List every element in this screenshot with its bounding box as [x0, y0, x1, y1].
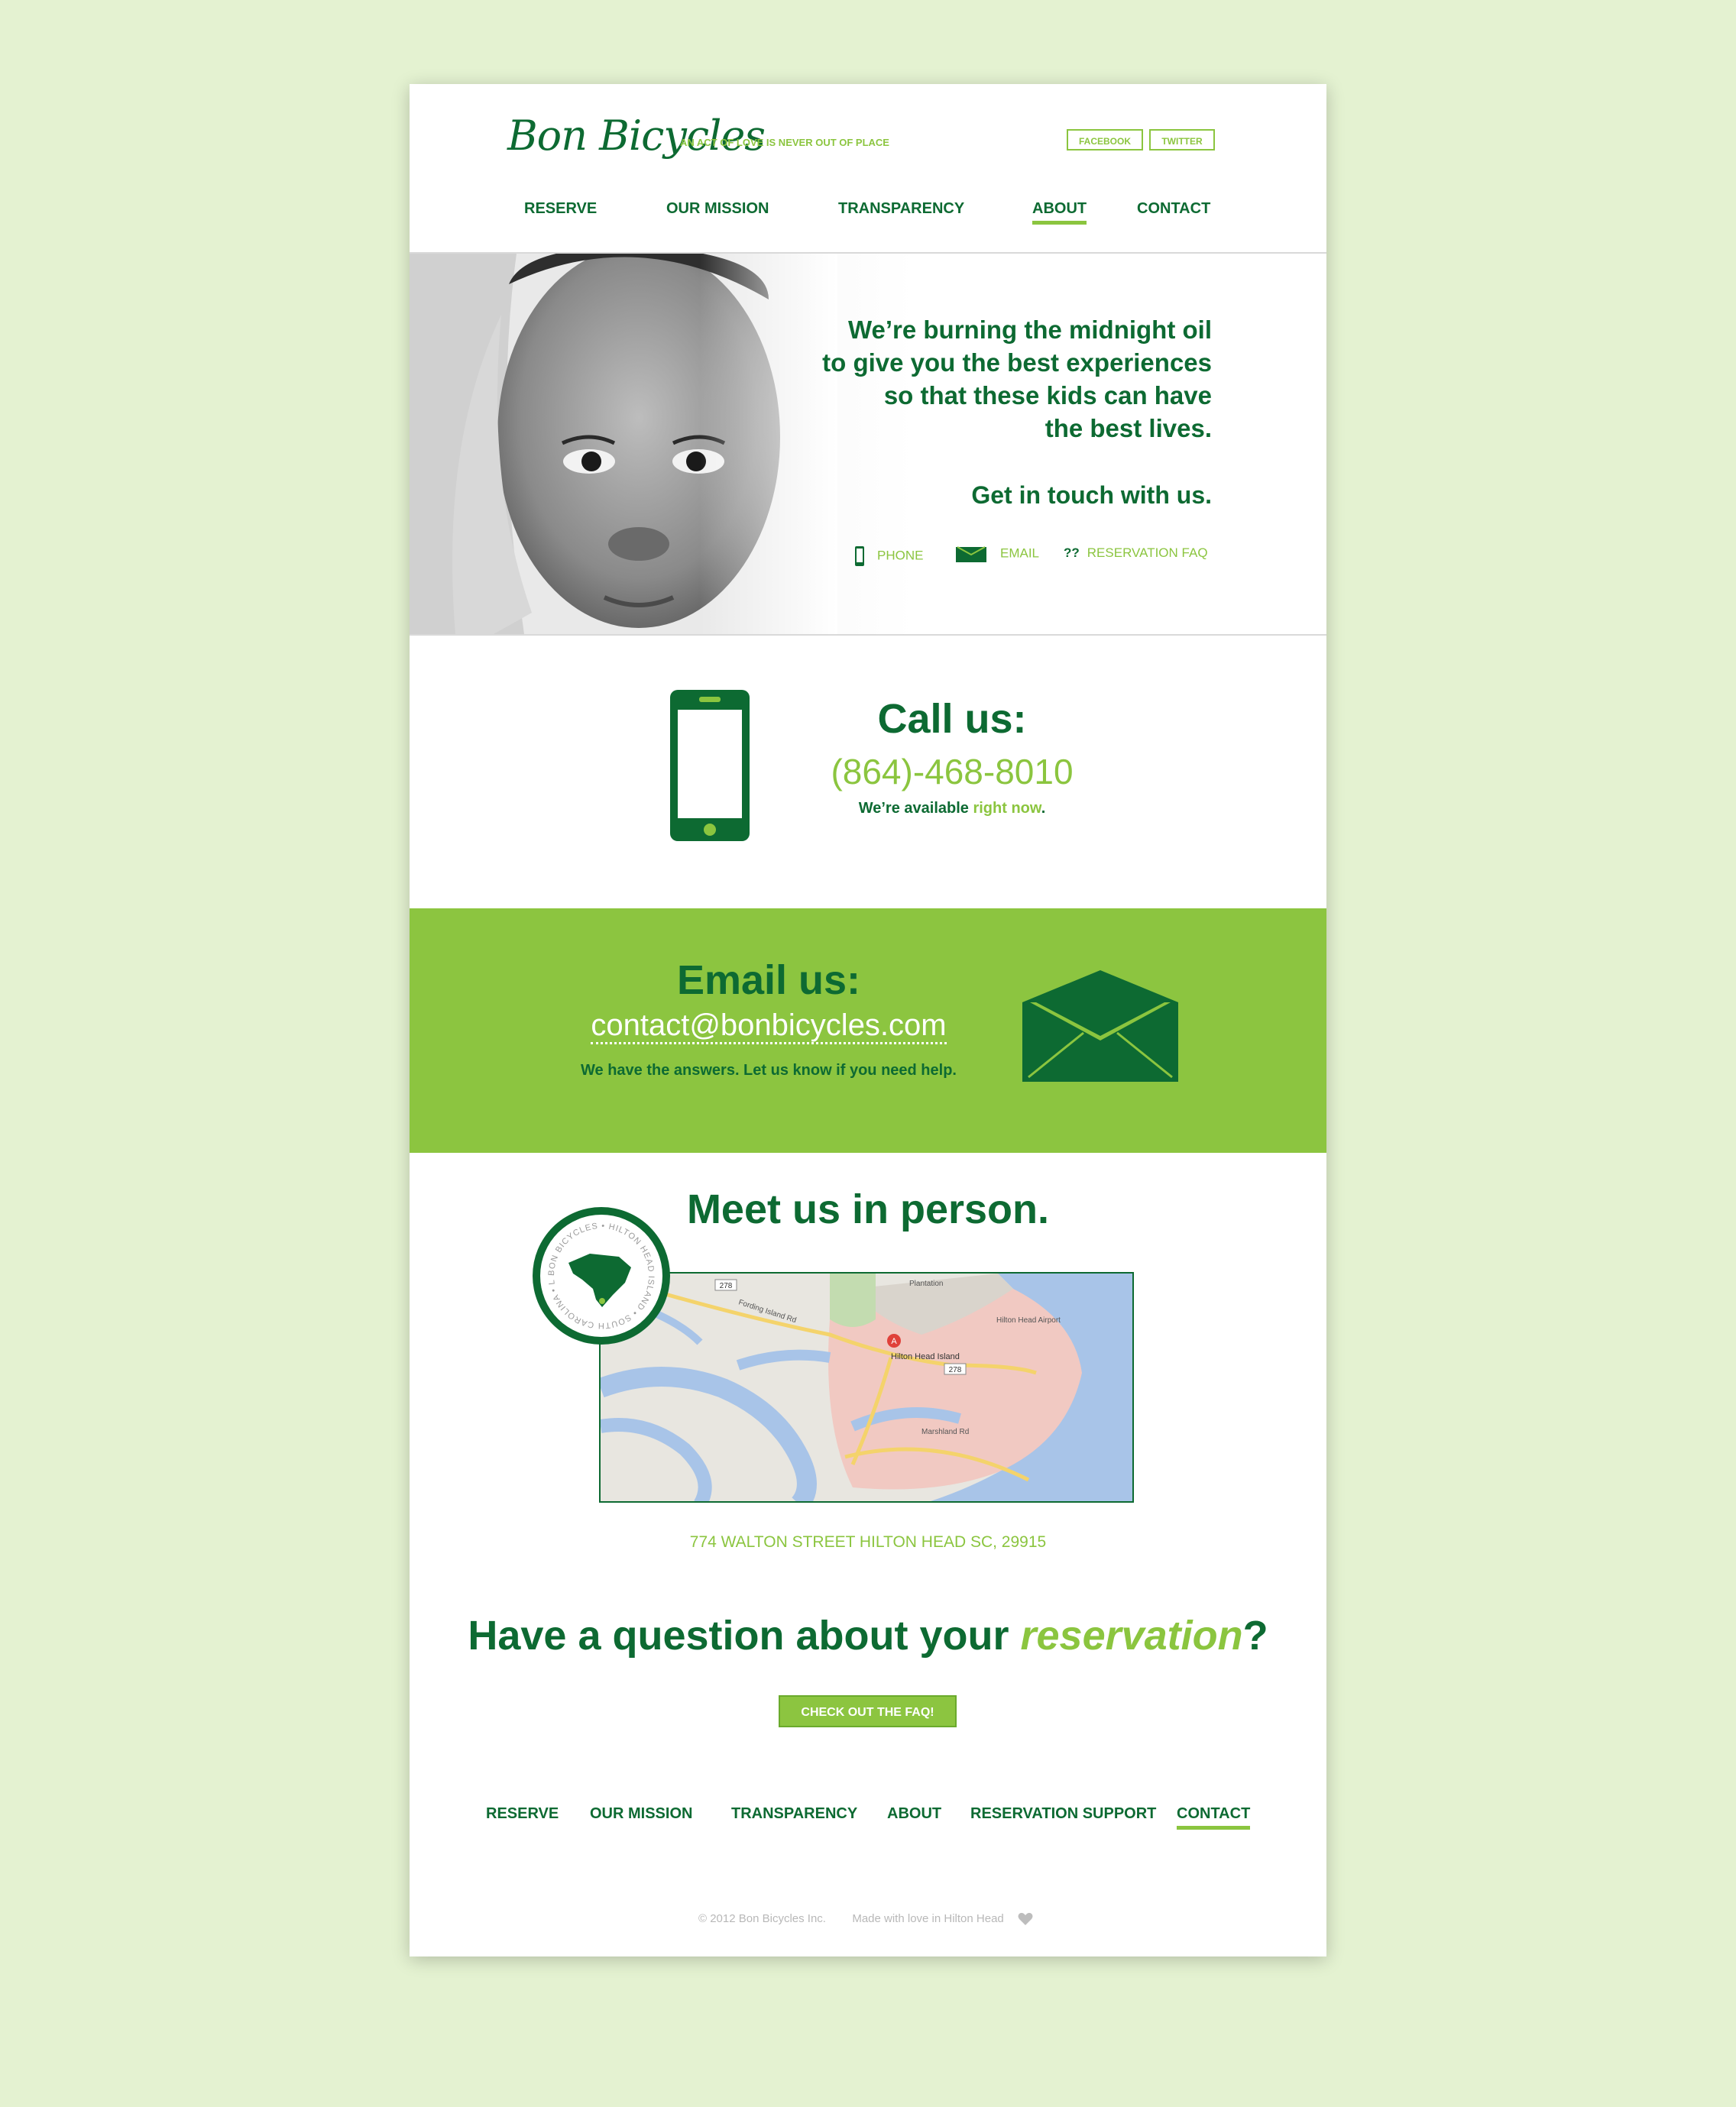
- nav-reserve[interactable]: RESERVE: [524, 200, 597, 218]
- envelope-icon: [956, 546, 986, 562]
- email-title: Email us:: [676, 957, 861, 1003]
- nav-transparency[interactable]: TRANSPARENCY: [838, 200, 964, 218]
- footer-nav-transparency[interactable]: TRANSPARENCY: [731, 1805, 857, 1823]
- question-icon: ??: [1064, 545, 1080, 560]
- map-plantation-label: Plantation: [909, 1280, 943, 1288]
- hero-faq-label: RESERVATION FAQ: [1087, 545, 1208, 560]
- street-address: 774 WALTON STREET HILTON HEAD SC, 29915: [689, 1533, 1047, 1551]
- phone-number[interactable]: (864)-468-8010: [792, 751, 1113, 792]
- large-envelope-icon: [1022, 970, 1178, 1082]
- heart-icon: [1018, 1912, 1033, 1926]
- nav-contact[interactable]: CONTACT: [1137, 200, 1210, 218]
- footer-nav-about[interactable]: ABOUT: [887, 1805, 941, 1823]
- footer-nav-reserve[interactable]: RESERVE: [486, 1805, 559, 1823]
- map-route-shield: 278: [720, 1282, 733, 1290]
- map-image: A Hilton Head Island Hilton Head Airport…: [601, 1274, 1132, 1501]
- south-carolina-badge: BON BICYCLES • HILTON HEAD ISLAND • SOUT…: [529, 1203, 670, 1345]
- logo[interactable]: Bon Bicycles: [507, 112, 766, 160]
- tagline: AN ACT OF LOVE IS NEVER OUT OF PLACE: [680, 137, 889, 148]
- footer-nav-reservation-support[interactable]: RESERVATION SUPPORT: [970, 1805, 1156, 1823]
- page-card: Bon Bicycles AN ACT OF LOVE IS NEVER OUT…: [410, 84, 1326, 1956]
- hero-line: so that these kids can have: [883, 381, 1212, 409]
- footer-credits: © 2012 Bon Bicycles Inc. Made with love …: [698, 1912, 1033, 1926]
- check-faq-button[interactable]: CHECK OUT THE FAQ!: [779, 1695, 957, 1727]
- question-mark: ?: [1242, 1613, 1268, 1659]
- phone-icon: [855, 546, 864, 566]
- map-airport-label: Hilton Head Airport: [996, 1316, 1061, 1325]
- hero-line: to give you the best experiences: [822, 348, 1212, 377]
- hero-phone-label: PHONE: [877, 548, 924, 563]
- availability-period: .: [1041, 800, 1046, 817]
- email-address-link[interactable]: contact@bonbicycles.com: [539, 1008, 998, 1044]
- copyright-text: © 2012 Bon Bicycles Inc.: [698, 1912, 826, 1925]
- hero-line: We’re burning the midnight oil: [847, 316, 1212, 344]
- map-route-shield: 278: [949, 1366, 962, 1374]
- question-highlight: reservation: [1020, 1613, 1243, 1659]
- hero-phone-link[interactable]: PHONE: [854, 545, 923, 567]
- twitter-button[interactable]: TWITTER: [1149, 129, 1215, 150]
- map-pin-label: A: [891, 1337, 897, 1346]
- call-title: Call us:: [877, 696, 1027, 742]
- hero-message: We’re burning the midnight oil to give y…: [822, 313, 1212, 445]
- hero-faq-link[interactable]: ?? RESERVATION FAQ: [1064, 545, 1208, 561]
- hero-divider: [410, 634, 1326, 636]
- faq-question: Have a question about your reservation?: [455, 1612, 1281, 1659]
- footer-nav-our-mission[interactable]: OUR MISSION: [590, 1805, 692, 1823]
- map-place-label: Hilton Head Island: [891, 1352, 960, 1361]
- hero-line: the best lives.: [1045, 414, 1212, 442]
- made-with-love-text: Made with love in Hilton Head: [852, 1912, 1004, 1925]
- hero-email-link[interactable]: EMAIL: [956, 545, 1039, 562]
- availability-text: We’re available: [858, 800, 973, 817]
- email-subtext: We have the answers. Let us know if you …: [581, 1062, 957, 1079]
- availability-note: We’re available right now.: [792, 800, 1113, 817]
- nav-about[interactable]: ABOUT: [1032, 200, 1087, 225]
- hero: We’re burning the midnight oil to give y…: [410, 254, 1326, 634]
- availability-highlight: right now: [973, 800, 1041, 817]
- nav-our-mission[interactable]: OUR MISSION: [666, 200, 769, 218]
- location-map[interactable]: A Hilton Head Island Hilton Head Airport…: [599, 1272, 1134, 1503]
- email-address[interactable]: contact@bonbicycles.com: [591, 1008, 947, 1044]
- question-text: Have a question about your: [468, 1613, 1021, 1659]
- smartphone-icon: [670, 690, 750, 841]
- facebook-button[interactable]: FACEBOOK: [1067, 129, 1143, 150]
- footer-nav-contact[interactable]: CONTACT: [1177, 1805, 1251, 1830]
- hero-email-label: EMAIL: [1000, 545, 1040, 561]
- child-portrait-image: [410, 254, 837, 634]
- map-road-label: Marshland Rd: [921, 1428, 969, 1436]
- hero-cta: Get in touch with us.: [971, 481, 1212, 509]
